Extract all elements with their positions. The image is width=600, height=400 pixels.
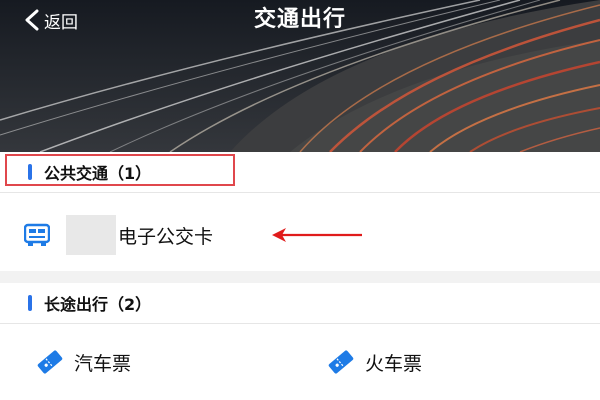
bus-card-icon (24, 223, 50, 246)
section-title-public-transport: 公共交通（1） (44, 164, 152, 183)
section-accent-bar (28, 295, 32, 311)
ticket-icon (328, 350, 354, 374)
section-header-public-transport: 公共交通（1） (0, 152, 600, 192)
section-header-long-distance: 长途出行（2） (0, 283, 600, 323)
page-title: 交通出行 (253, 7, 346, 32)
list-item-e-bus-card[interactable]: 电子公交卡 (24, 213, 213, 257)
blurred-city-name (66, 215, 116, 255)
divider (0, 192, 600, 193)
ticket-icon (37, 350, 63, 374)
item-label-bus-ticket: 汽车票 (74, 352, 132, 375)
header-banner: 返回 交通出行 (0, 0, 600, 152)
section-gap (0, 271, 600, 283)
section-accent-bar (28, 164, 32, 180)
item-label-train-ticket: 火车票 (365, 352, 423, 375)
section-title-long-distance: 长途出行（2） (44, 295, 152, 314)
divider (0, 323, 600, 324)
red-arrow-annotation (272, 228, 362, 242)
list-item-bus-ticket[interactable]: 汽车票 (36, 345, 131, 379)
item-label-e-bus-card: 电子公交卡 (118, 225, 214, 248)
list-item-train-ticket[interactable]: 火车票 (327, 345, 422, 379)
